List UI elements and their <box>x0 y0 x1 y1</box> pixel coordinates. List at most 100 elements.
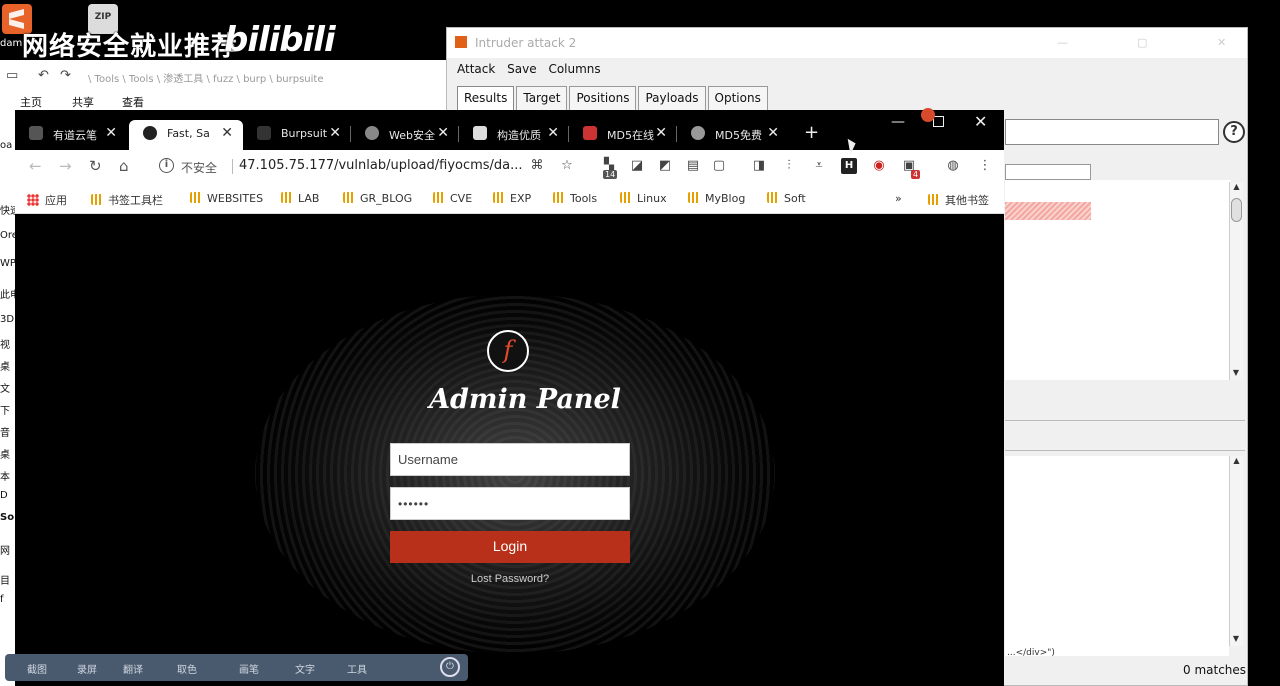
maximize-icon[interactable] <box>933 116 944 127</box>
close-tab-icon[interactable]: ✕ <box>655 125 667 141</box>
toolbar-item[interactable]: 翻译 <box>123 661 143 676</box>
close-tab-icon[interactable]: ✕ <box>329 125 341 141</box>
toolbar-item[interactable]: 文字 <box>295 661 315 676</box>
menu-save[interactable]: Save <box>507 62 536 76</box>
other-bookmarks[interactable]: 其他书签 <box>928 192 989 208</box>
menu-attack[interactable]: Attack <box>457 62 495 76</box>
ribbon-tab-home[interactable]: 主页 <box>20 94 42 110</box>
nav-item[interactable]: f <box>0 594 16 610</box>
nav-item[interactable]: 音 <box>0 424 16 446</box>
extension-icon[interactable]: ◪ <box>629 158 645 174</box>
results-column-header[interactable] <box>1005 164 1091 180</box>
lost-password-link[interactable]: Lost Password? <box>390 573 630 585</box>
username-input[interactable]: Username <box>390 443 630 476</box>
close-tab-icon[interactable]: ✕ <box>547 125 559 141</box>
login-button[interactable]: Login <box>390 531 630 563</box>
nav-item[interactable]: 3D <box>0 314 16 336</box>
nav-item[interactable]: 本 <box>0 468 16 490</box>
nav-item[interactable]: D <box>0 490 16 512</box>
browser-tab[interactable]: MD5免费 ✕ <box>677 120 789 150</box>
browser-tab-active[interactable]: Fast, Sa ✕ <box>129 120 243 150</box>
tab-payloads[interactable]: Payloads <box>638 86 706 110</box>
browser-tab[interactable]: MD5在线 ✕ <box>569 120 677 150</box>
bookmark-folder[interactable]: 书签工具栏 <box>91 192 163 208</box>
toolbar-item[interactable]: 录屏 <box>77 661 97 676</box>
bookmark-folder[interactable]: WEBSITES <box>190 192 263 205</box>
browser-tab[interactable]: 有道云笔 ✕ <box>15 120 127 150</box>
menu-columns[interactable]: Columns <box>548 62 600 76</box>
extension-icon[interactable]: ▤ <box>685 158 701 174</box>
filter-input[interactable] <box>1005 119 1219 145</box>
close-icon[interactable]: ✕ <box>1217 36 1226 49</box>
info-icon[interactable]: i <box>159 158 174 173</box>
menu-icon[interactable]: ⋮ <box>977 158 993 174</box>
extension-icon[interactable]: ◨ <box>751 158 767 174</box>
nav-item[interactable]: 快速 <box>0 202 16 230</box>
address-bar[interactable]: 47.105.75.177/vulnlab/upload/fiyocms/da.… <box>239 158 523 173</box>
help-icon[interactable]: ? <box>1223 121 1245 143</box>
filter-icon[interactable]: ⩡ <box>811 158 827 174</box>
tab-positions[interactable]: Positions <box>569 86 637 110</box>
bookmark-folder[interactable]: LAB <box>281 192 319 205</box>
home-icon[interactable]: ⌂ <box>119 157 129 175</box>
browser-tab[interactable]: Web安全 ✕ <box>351 120 459 150</box>
minimize-icon[interactable]: — <box>1057 36 1068 49</box>
bookmark-apps[interactable]: 应用 <box>27 192 67 208</box>
tab-options[interactable]: Options <box>707 86 768 110</box>
toolbar-item[interactable]: 截图 <box>27 661 47 676</box>
toolbar-item[interactable]: 工具 <box>347 661 367 676</box>
nav-item[interactable]: Ore <box>0 230 16 258</box>
scroll-up-icon[interactable]: ▲ <box>1230 456 1243 468</box>
close-window-icon[interactable]: ✕ <box>974 112 987 131</box>
highlighted-result-row[interactable] <box>1005 202 1091 220</box>
close-tab-icon[interactable]: ✕ <box>767 125 779 141</box>
bookmark-folder[interactable]: Soft <box>767 192 806 205</box>
extension-icon[interactable]: ◩ <box>657 158 673 174</box>
scroll-down-icon[interactable]: ▼ <box>1230 634 1242 646</box>
password-input[interactable]: •••••• <box>390 487 630 520</box>
nav-item[interactable]: 此电 <box>0 286 16 314</box>
nav-item[interactable]: 文 <box>0 380 16 402</box>
tab-target[interactable]: Target <box>516 86 568 110</box>
nav-item[interactable]: 桌 <box>0 446 16 468</box>
hackbar-icon[interactable]: H <box>841 158 857 174</box>
minimize-icon[interactable]: — <box>891 114 905 130</box>
nav-item[interactable]: 视 <box>0 336 16 358</box>
explorer-address[interactable]: \ Tools \ Tools \ 渗透工具 \ fuzz \ burp \ b… <box>0 60 460 90</box>
reload-icon[interactable]: ↻ <box>89 157 102 175</box>
nav-item[interactable]: So <box>0 512 16 542</box>
response-viewer[interactable] <box>1005 456 1229 656</box>
scroll-down-icon[interactable]: ▼ <box>1230 368 1242 380</box>
not-secure-label[interactable]: 不安全 <box>181 159 217 176</box>
browser-tab[interactable]: 构造优质 ✕ <box>459 120 569 150</box>
ribbon-tab-view[interactable]: 查看 <box>122 94 144 110</box>
bookmark-folder[interactable]: Tools <box>553 192 597 205</box>
toolbar-item[interactable]: 画笔 <box>239 661 259 676</box>
maximize-icon[interactable]: ▢ <box>1137 36 1147 49</box>
extension-icon[interactable]: ▢ <box>711 158 727 174</box>
ribbon-tab-share[interactable]: 共享 <box>72 94 94 110</box>
close-tab-icon[interactable]: ✕ <box>437 125 449 141</box>
back-icon[interactable]: ← <box>29 157 42 175</box>
toolbar-item[interactable]: 取色 <box>177 661 197 676</box>
bookmark-folder[interactable]: CVE <box>433 192 472 205</box>
nav-item[interactable]: 目 <box>0 572 16 594</box>
extension-icon[interactable]: ⫶ <box>781 158 797 174</box>
bookmark-folder[interactable]: MyBlog <box>688 192 745 205</box>
bookmark-star-icon[interactable]: ☆ <box>559 158 575 174</box>
bookmarks-overflow-button[interactable]: » <box>895 192 902 205</box>
nav-item[interactable]: 网 <box>0 542 16 572</box>
tab-results[interactable]: Results <box>457 86 515 110</box>
response-scrollbar[interactable]: ▲ ▼ <box>1229 456 1243 646</box>
scroll-thumb[interactable] <box>1231 198 1242 222</box>
close-tab-icon[interactable]: ✕ <box>105 125 117 141</box>
scroll-up-icon[interactable]: ▲ <box>1230 182 1243 194</box>
bookmark-folder[interactable]: GR_BLOG <box>343 192 412 205</box>
nav-item[interactable]: WP <box>0 258 16 286</box>
globe-icon[interactable]: ◍ <box>945 158 961 174</box>
eye-icon[interactable]: ◉ <box>871 158 887 174</box>
power-icon[interactable]: ⏻ <box>440 657 460 677</box>
bookmark-folder[interactable]: EXP <box>493 192 531 205</box>
bookmark-folder[interactable]: Linux <box>620 192 667 205</box>
new-tab-button[interactable]: + <box>804 122 819 143</box>
